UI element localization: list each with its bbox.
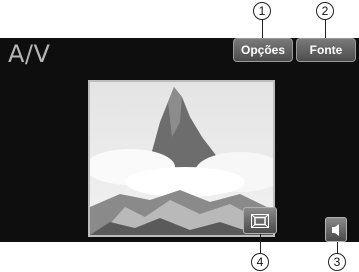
volume-button[interactable]	[325, 217, 347, 242]
callout-1: 1	[253, 2, 271, 20]
options-button[interactable]: Opções	[233, 38, 293, 62]
callout-4: 4	[251, 253, 269, 271]
source-button[interactable]: Fonte	[296, 38, 356, 62]
callout-line-2	[325, 19, 326, 38]
screen-title: A/V	[8, 40, 51, 68]
callout-line-4	[260, 234, 261, 254]
speaker-icon	[332, 223, 339, 236]
fullscreen-button[interactable]	[243, 207, 277, 234]
callout-3: 3	[328, 253, 346, 271]
fullscreen-icon	[251, 213, 269, 228]
callout-line-1	[262, 19, 263, 38]
av-screen: A/V Opções Fonte	[0, 38, 359, 242]
callout-2: 2	[316, 2, 334, 20]
